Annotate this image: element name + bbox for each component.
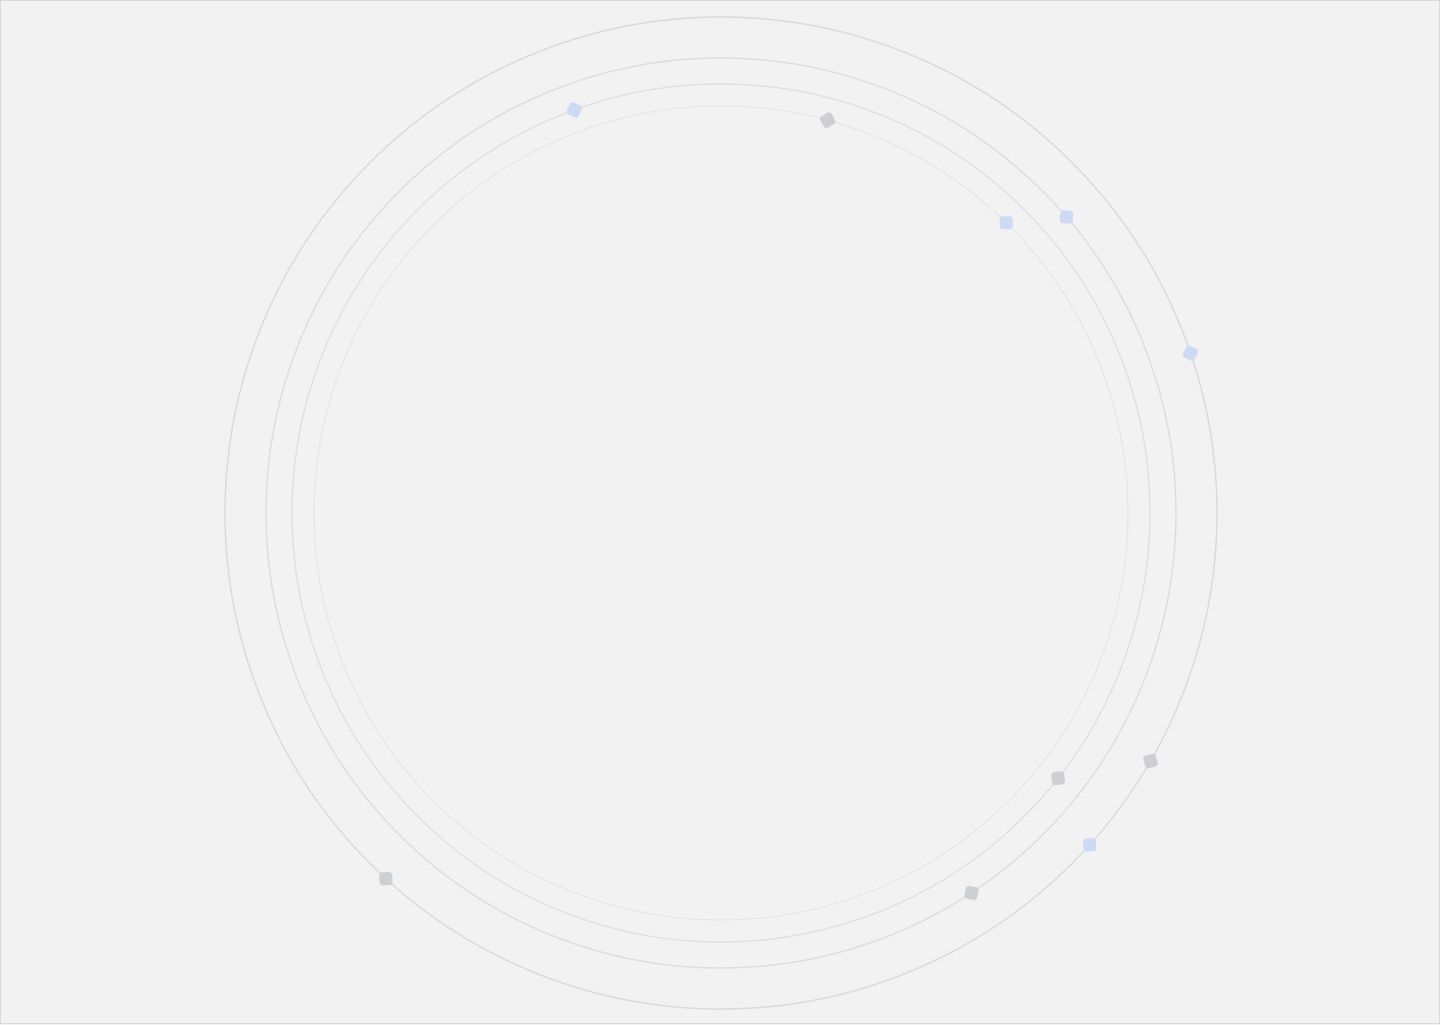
gray-orbit-marker: [964, 885, 979, 901]
blue-orbit-marker: [1059, 210, 1074, 224]
gray-orbit-marker: [1143, 753, 1158, 769]
gray-orbit-marker: [819, 112, 836, 128]
ring-second: [265, 57, 1177, 969]
blue-orbit-marker: [999, 216, 1013, 230]
ring-third: [291, 83, 1151, 943]
orbit-canvas: [0, 0, 1440, 1024]
gray-orbit-marker: [1051, 771, 1065, 786]
blue-orbit-marker: [1182, 345, 1199, 361]
ring-outer: [224, 16, 1218, 1010]
blue-orbit-marker: [1082, 838, 1097, 852]
gray-orbit-marker: [379, 872, 393, 886]
orbit-rings-graphic: [224, 16, 1218, 1010]
blue-orbit-marker: [566, 102, 582, 118]
